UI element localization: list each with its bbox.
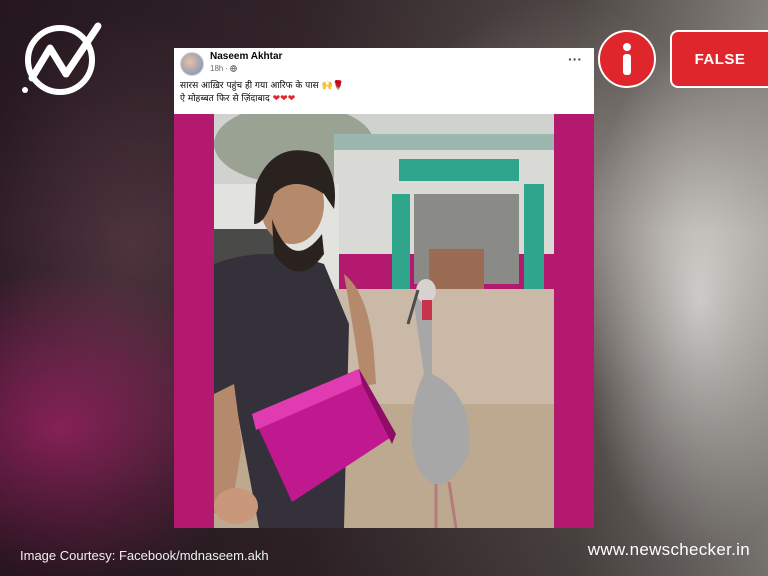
globe-icon — [230, 65, 237, 72]
verdict-label: FALSE — [670, 30, 768, 88]
image-credit: Image Courtesy: Facebook/mdnaseem.akh — [20, 548, 269, 563]
photo-scene — [174, 114, 594, 528]
more-options-icon[interactable]: ··· — [568, 52, 582, 66]
site-url[interactable]: www.newschecker.in — [588, 540, 750, 560]
newschecker-logo-icon — [22, 22, 102, 95]
facebook-post: Naseem Akhtar 18h · ··· सारस आख़िर पहुंच… — [174, 48, 594, 528]
post-photo[interactable] — [174, 114, 594, 528]
caption-emoji-2: ❤❤❤ — [272, 94, 296, 104]
caption-line-1: सारस आख़िर पहुंच ही गया आरिफ के पास 🙌🌹 — [180, 81, 344, 91]
post-time[interactable]: 18h — [210, 64, 223, 73]
post-meta: 18h · — [210, 64, 237, 73]
caption-emoji-1: 🙌🌹 — [321, 81, 344, 91]
avatar[interactable] — [180, 52, 204, 76]
caption-line-2: ऐ मोहब्बत फिर से ज़िंदाबाद ❤❤❤ — [180, 94, 296, 104]
info-icon — [598, 30, 656, 88]
post-header: Naseem Akhtar 18h · ··· सारस आख़िर पहुंच… — [174, 48, 594, 114]
post-caption: सारस आख़िर पहुंच ही गया आरिफ के पास 🙌🌹 ऐ… — [180, 80, 344, 106]
post-author[interactable]: Naseem Akhtar — [210, 51, 282, 62]
